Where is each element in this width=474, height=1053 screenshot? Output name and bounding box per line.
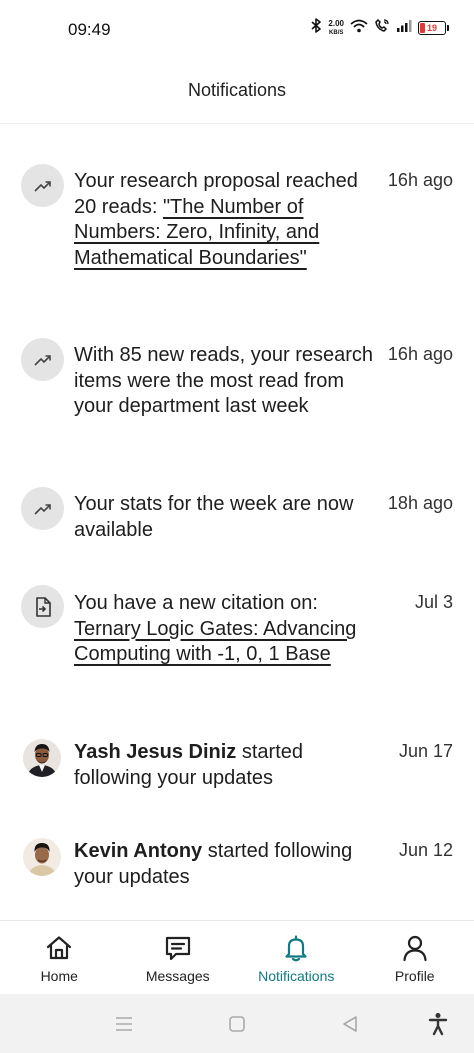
battery-fill — [420, 23, 425, 33]
net-speed-value: 2.00 — [328, 18, 344, 28]
nav-label: Profile — [394, 968, 435, 984]
nav-label: Notifications — [258, 968, 335, 984]
bottom-nav: Home Messages Notifications Profile — [0, 920, 474, 994]
follower-name[interactable]: Yash Jesus Diniz — [74, 741, 236, 763]
notification-text: Your research proposal reached 20 reads:… — [74, 170, 358, 269]
notification-time: Jun 17 — [398, 741, 453, 761]
notification-time: 16h ago — [387, 170, 453, 190]
net-speed-unit: KB/S — [329, 29, 344, 36]
messages-icon — [163, 933, 193, 963]
bell-icon — [281, 933, 311, 963]
bluetooth-icon — [311, 18, 322, 38]
notification-text: With 85 new reads, your research items w… — [74, 344, 374, 417]
avatar[interactable] — [23, 838, 61, 876]
nav-label: Home — [40, 968, 78, 984]
back-icon[interactable] — [338, 1012, 362, 1036]
notification-time: 18h ago — [387, 493, 453, 513]
wifi-calling-icon — [374, 18, 390, 38]
notification-text: Your stats for the week are now availabl… — [74, 493, 354, 541]
nav-item-messages[interactable]: Messages — [119, 921, 238, 994]
battery-icon: 19 — [418, 21, 449, 35]
home-square-icon[interactable] — [225, 1012, 249, 1036]
home-icon — [44, 933, 74, 963]
notification-time: Jul 3 — [414, 592, 453, 612]
trending-up-icon — [21, 487, 64, 530]
nav-item-profile[interactable]: Profile — [356, 921, 474, 994]
battery-level: 19 — [426, 23, 437, 33]
page-title: Notifications — [187, 80, 287, 100]
status-icons: 2.00 KB/S 19 — [311, 18, 449, 38]
trending-up-icon — [21, 338, 64, 381]
nav-item-notifications[interactable]: Notifications — [237, 921, 356, 994]
menu-icon[interactable] — [112, 1012, 136, 1036]
profile-icon — [400, 933, 430, 963]
notification-time: Jun 12 — [398, 840, 453, 860]
system-nav-bar — [0, 994, 474, 1053]
follower-name[interactable]: Kevin Antony — [74, 840, 202, 862]
notifications-list[interactable]: Your research proposal reached 20 reads:… — [0, 125, 474, 920]
status-bar: 09:49 2.00 KB/S 19 — [0, 0, 474, 58]
trending-up-icon — [21, 164, 64, 207]
wifi-icon — [350, 19, 368, 38]
accessibility-icon[interactable] — [426, 1012, 450, 1036]
notification-text: You have a new citation on: Ternary Logi… — [74, 592, 357, 666]
network-speed: 2.00 KB/S — [328, 18, 344, 37]
notification-time: 16h ago — [387, 344, 453, 364]
nav-item-home[interactable]: Home — [0, 921, 119, 994]
status-time: 09:49 — [68, 20, 111, 39]
app-header: Notifications — [0, 58, 474, 124]
notification-text: Kevin Antony started following your upda… — [74, 840, 353, 888]
notification-text: Yash Jesus Diniz started following your … — [74, 741, 303, 789]
signal-icon — [396, 19, 412, 37]
avatar[interactable] — [23, 739, 61, 777]
nav-label: Messages — [145, 968, 210, 984]
citation-link[interactable]: Ternary Logic Gates: Advancing Computing… — [74, 618, 356, 666]
document-import-icon — [21, 585, 64, 628]
